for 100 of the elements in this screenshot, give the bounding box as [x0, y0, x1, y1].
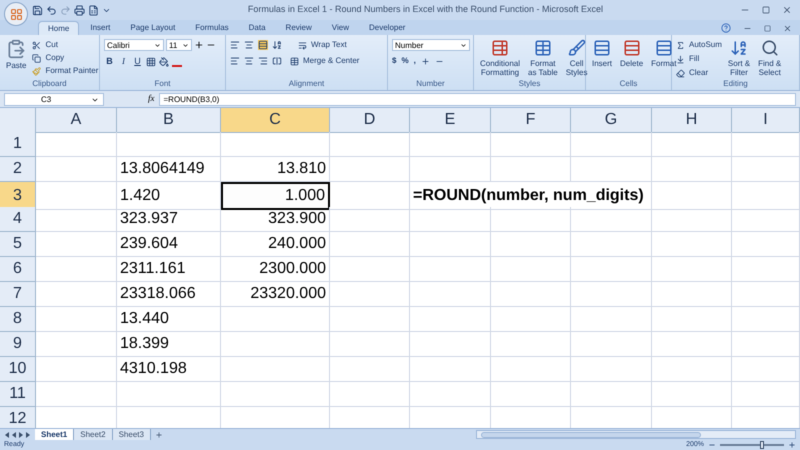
- sigma-icon: [676, 40, 685, 50]
- office-logo-icon: [10, 8, 22, 20]
- row-header[interactable]: 2: [0, 157, 36, 182]
- bottom-align-icon[interactable]: [258, 40, 268, 50]
- italic-button[interactable]: I: [118, 55, 129, 68]
- ribbon-button[interactable]: Find & Select: [756, 39, 784, 77]
- increase-decimal-icon[interactable]: [420, 56, 430, 66]
- row-header[interactable]: 6: [0, 257, 36, 282]
- fx-label[interactable]: fx: [148, 92, 154, 106]
- orientation-icon[interactable]: [272, 40, 282, 50]
- clear-button[interactable]: Clear: [676, 67, 722, 79]
- ribbon-tab[interactable]: Formulas: [186, 21, 238, 35]
- table-cell: 4310.198: [117, 357, 221, 382]
- table-cell: 23318.066: [117, 282, 221, 307]
- rows-icon: [622, 39, 641, 57]
- new-sheet-icon[interactable]: [154, 430, 163, 438]
- underline-button[interactable]: U: [132, 55, 143, 68]
- autosum-button[interactable]: AutoSum: [676, 39, 722, 51]
- sheet-tab[interactable]: Sheet2: [74, 429, 113, 440]
- empty-cell: [732, 307, 800, 332]
- close-icon[interactable]: [782, 5, 792, 15]
- currency-button[interactable]: $: [392, 55, 396, 67]
- column-header[interactable]: H: [652, 108, 732, 133]
- top-align-icon[interactable]: [230, 40, 240, 50]
- grow-font-icon[interactable]: [194, 40, 204, 50]
- column-header[interactable]: F: [491, 108, 571, 133]
- cut-button[interactable]: Cut: [32, 39, 98, 51]
- format-painter-button[interactable]: Format Painter: [32, 65, 98, 77]
- row-header[interactable]: 5: [0, 232, 36, 257]
- column-header[interactable]: A: [36, 108, 117, 133]
- row-header[interactable]: 10: [0, 357, 36, 382]
- merge-center-button[interactable]: Merge & Center: [290, 55, 360, 67]
- sheet-tab[interactable]: Sheet1: [35, 429, 74, 440]
- row-header[interactable]: 1: [0, 132, 36, 157]
- horizontal-scrollbar[interactable]: [476, 430, 796, 439]
- row-header[interactable]: 4: [0, 207, 36, 232]
- column-header[interactable]: G: [571, 108, 652, 133]
- zoom-in-icon[interactable]: [788, 441, 796, 449]
- row-header[interactable]: 7: [0, 282, 36, 307]
- ribbon-button[interactable]: Delete: [618, 39, 646, 68]
- wrap-text-button[interactable]: Wrap Text: [298, 39, 347, 51]
- percent-button[interactable]: %: [401, 55, 409, 67]
- ribbon-tab[interactable]: Review: [276, 21, 321, 35]
- group-label: Clipboard: [31, 80, 68, 88]
- row-header[interactable]: 12: [0, 407, 36, 428]
- save-icon[interactable]: [32, 4, 43, 16]
- column-header[interactable]: E: [410, 108, 491, 133]
- table-cell: =ROUND(number, num_digits): [410, 182, 652, 210]
- bold-button[interactable]: B: [104, 55, 115, 68]
- column-header[interactable]: B: [117, 108, 221, 133]
- zoom-thumb[interactable]: [760, 441, 764, 449]
- ribbon-tab[interactable]: Home: [38, 21, 80, 35]
- ribbon-tab[interactable]: Data: [240, 21, 275, 35]
- row-header[interactable]: 8: [0, 307, 36, 332]
- restore-icon[interactable]: [764, 24, 771, 32]
- font-name-field[interactable]: Calibri: [104, 39, 164, 51]
- borders-icon[interactable]: [146, 56, 156, 67]
- table-icon: [491, 39, 510, 57]
- brush-icon: [568, 39, 586, 57]
- spreadsheet-icon[interactable]: [88, 4, 99, 16]
- close-icon[interactable]: [783, 24, 792, 32]
- ribbon-button[interactable]: Conditional Formatting: [478, 39, 522, 77]
- ribbon-tab[interactable]: Insert: [81, 21, 120, 35]
- row-header[interactable]: 11: [0, 382, 36, 407]
- ribbon-tab[interactable]: View: [322, 21, 358, 35]
- ribbon-button[interactable]: Paste: [4, 39, 28, 70]
- indent-icon[interactable]: [272, 56, 282, 66]
- ribbon-button[interactable]: Format as Table: [526, 39, 560, 77]
- undo-icon[interactable]: [46, 4, 57, 16]
- ribbon-button[interactable]: Format: [649, 39, 678, 68]
- maximize-icon[interactable]: [762, 6, 770, 14]
- help-icon[interactable]: [721, 23, 731, 33]
- number-format-field[interactable]: Number: [392, 39, 470, 51]
- row-header[interactable]: 9: [0, 332, 36, 357]
- ribbon-button[interactable]: Cell Styles: [564, 39, 590, 77]
- column-header[interactable]: C: [221, 108, 330, 133]
- font-size-field[interactable]: 11: [166, 39, 192, 51]
- name-box[interactable]: C3: [4, 92, 104, 106]
- printer-icon[interactable]: [74, 4, 85, 16]
- table-icon: [534, 39, 552, 57]
- ribbon-tab[interactable]: Page Layout: [121, 21, 184, 35]
- align-left-icon[interactable]: [230, 56, 240, 66]
- formula-field[interactable]: =ROUND(B3,0): [158, 92, 796, 106]
- middle-align-icon[interactable]: [244, 40, 254, 50]
- comma-button[interactable]: ,: [414, 55, 416, 67]
- ribbon-button[interactable]: Sort & Filter: [726, 39, 752, 77]
- fill-color-icon[interactable]: [159, 56, 169, 67]
- ribbon-button[interactable]: Insert: [590, 39, 614, 68]
- sheet-tab[interactable]: Sheet3: [112, 429, 151, 440]
- column-header[interactable]: D: [330, 108, 410, 133]
- column-header[interactable]: I: [732, 108, 800, 133]
- fill-button[interactable]: Fill: [676, 53, 722, 65]
- align-right-icon[interactable]: [258, 56, 268, 66]
- rows-icon: [593, 39, 611, 57]
- copy-button[interactable]: Copy: [32, 52, 98, 64]
- ribbon-tab[interactable]: Developer: [360, 21, 414, 35]
- eraser-icon: [676, 68, 685, 78]
- align-center-icon[interactable]: [244, 56, 254, 66]
- group-label: Alignment: [288, 80, 326, 88]
- empty-cell: [732, 157, 800, 182]
